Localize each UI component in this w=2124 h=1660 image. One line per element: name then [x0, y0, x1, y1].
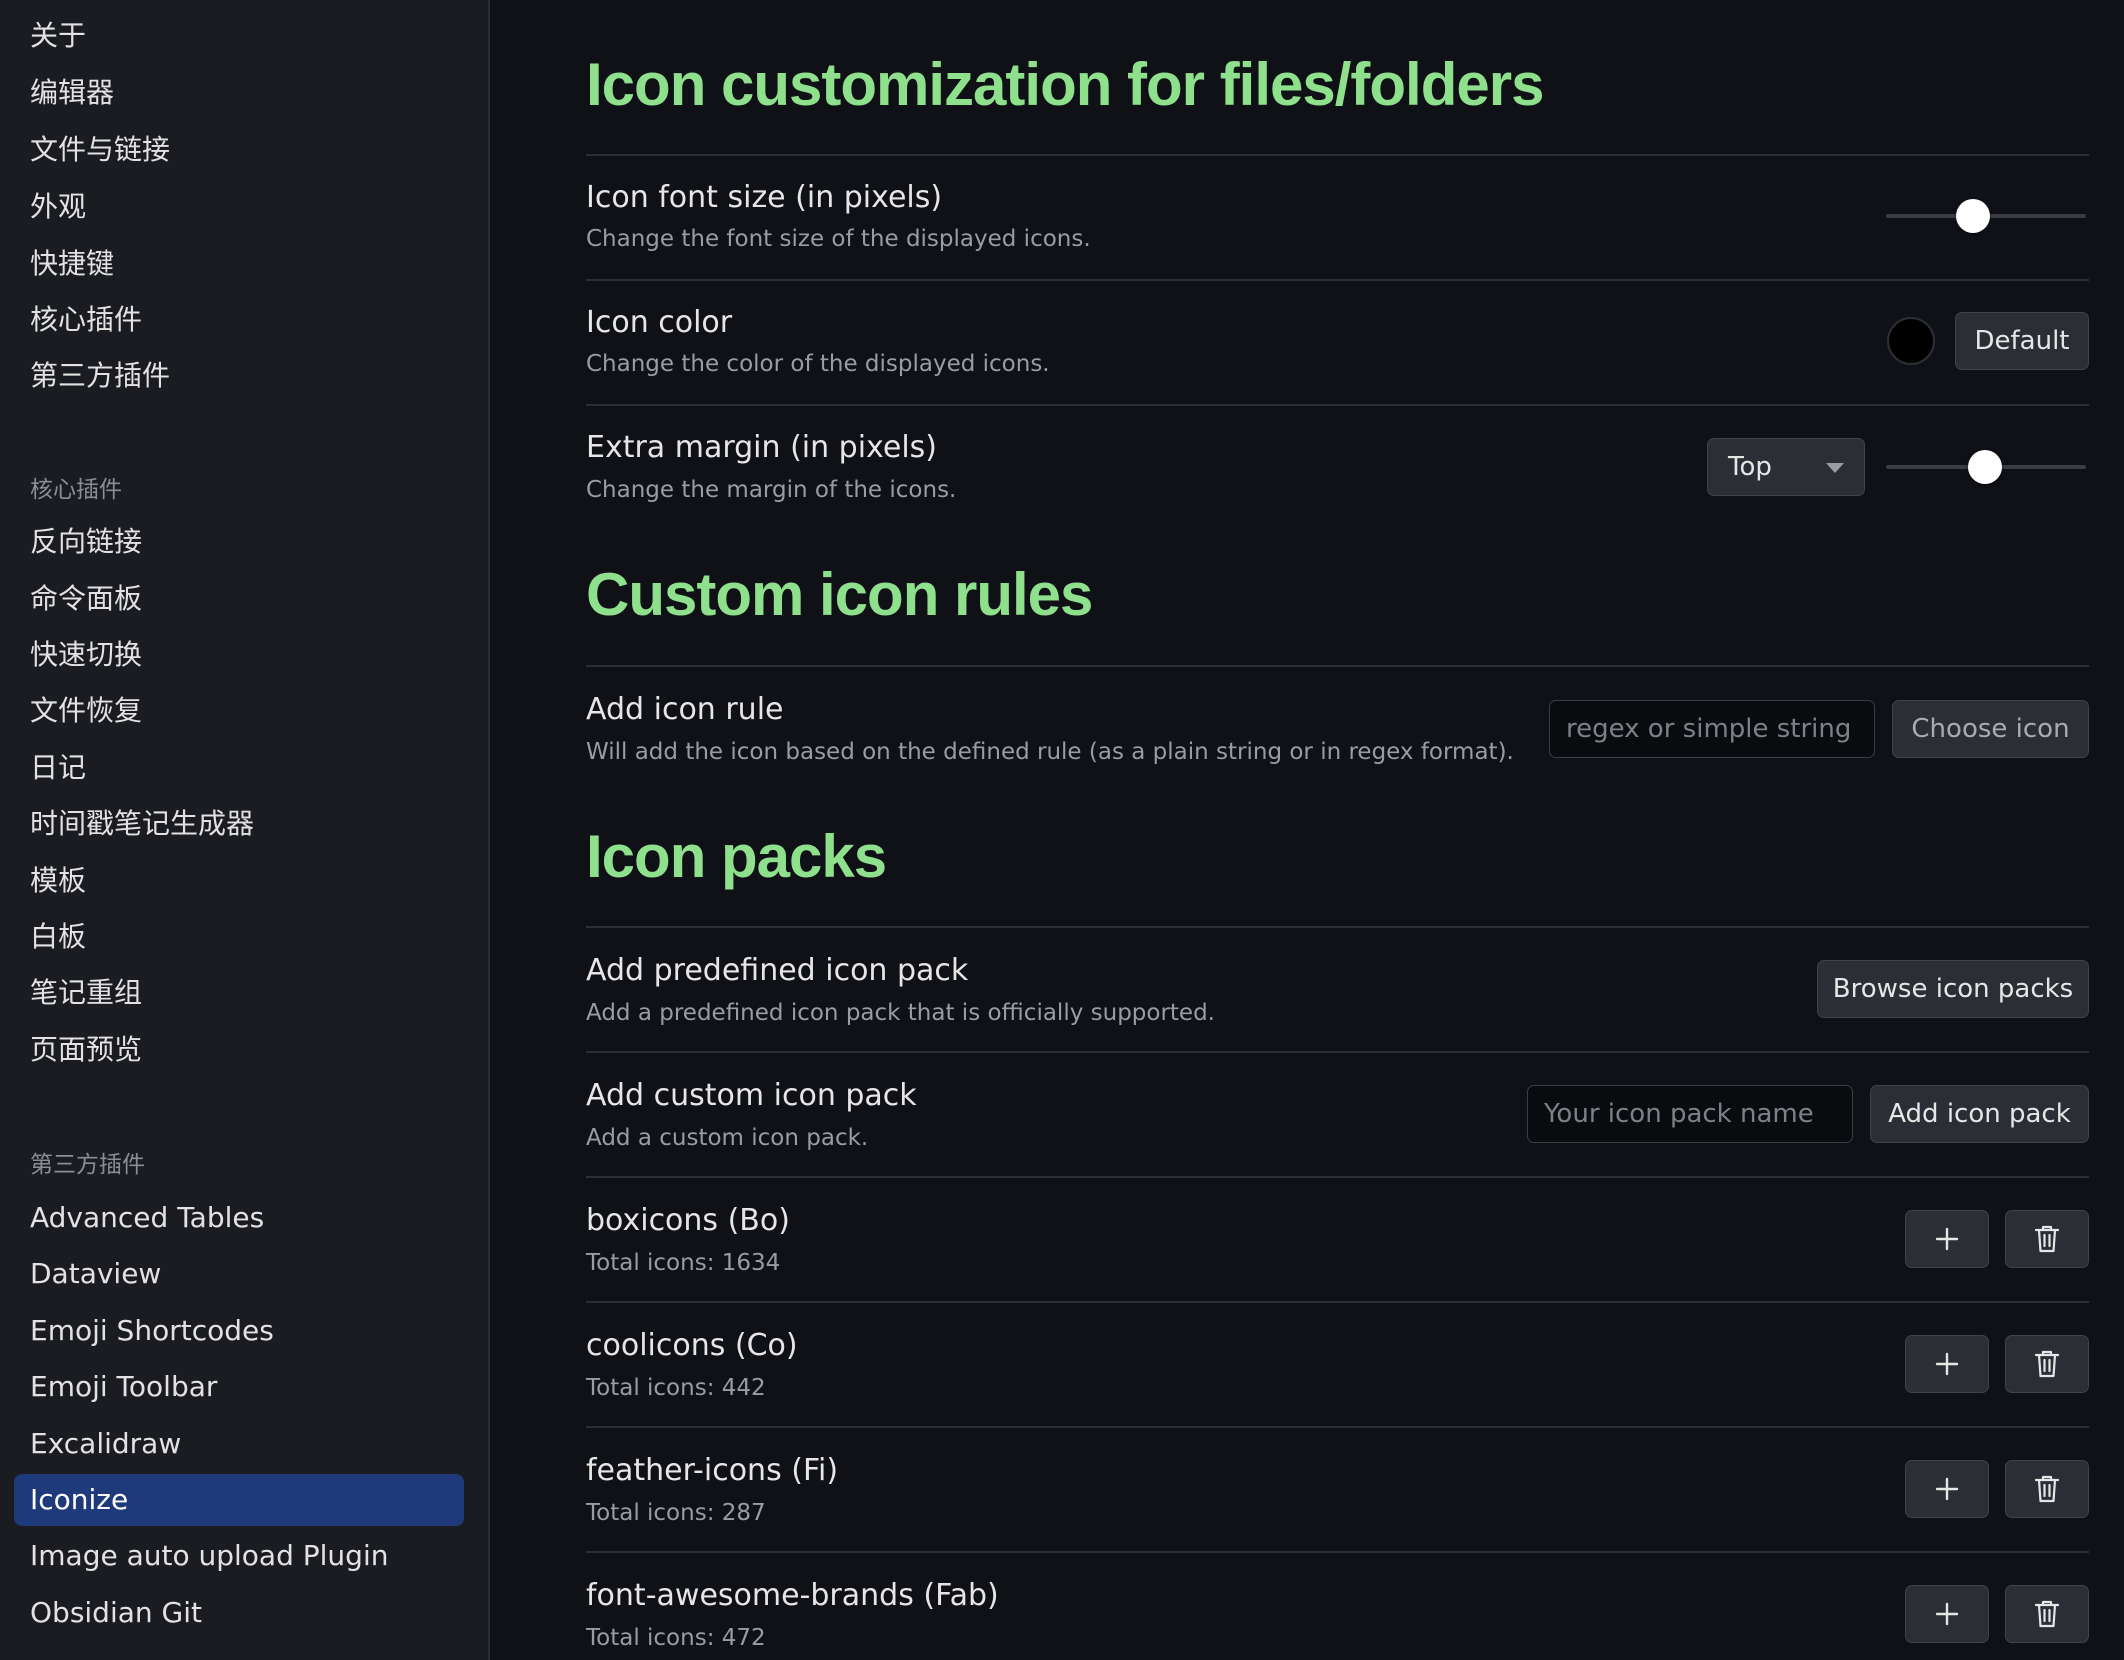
sidebar-item-quick-switcher[interactable]: 快速切换	[14, 629, 464, 681]
pack-name: feather-icons (Fi)	[586, 1453, 839, 1488]
setting-desc-font-size: Change the font size of the displayed ic…	[586, 226, 1091, 252]
setting-desc-predefined-pack: Add a predefined icon pack that is offic…	[586, 1000, 1215, 1026]
sidebar-item-hotkeys[interactable]: 快捷键	[14, 238, 464, 290]
add-icon-pack-button[interactable]: Add icon pack	[1870, 1085, 2089, 1143]
pack-total-icons: Total icons: 442	[586, 1375, 766, 1401]
plus-icon	[1935, 1227, 1959, 1251]
delete-pack-button[interactable]	[2005, 1210, 2089, 1268]
sidebar-item-files-links[interactable]: 文件与链接	[14, 124, 464, 176]
sidebar-group-community-plugins: 第三方插件	[30, 1152, 145, 1178]
delete-pack-button[interactable]	[2005, 1585, 2089, 1643]
delete-pack-button[interactable]	[2005, 1335, 2089, 1393]
icon-pack-name-input[interactable]: Your icon pack name	[1527, 1085, 1853, 1143]
pack-total-icons: Total icons: 1634	[586, 1250, 781, 1276]
chevron-down-icon	[1826, 463, 1844, 473]
trash-icon	[2034, 1350, 2060, 1378]
add-to-pack-button[interactable]	[1905, 1210, 1989, 1268]
setting-name-custom-pack: Add custom icon pack	[586, 1078, 917, 1113]
divider	[586, 404, 2089, 406]
sidebar-item-emoji-toolbar[interactable]: Emoji Toolbar	[14, 1361, 464, 1413]
divider	[586, 154, 2089, 156]
sidebar-item-about[interactable]: 关于	[14, 10, 464, 62]
add-to-pack-button[interactable]	[1905, 1585, 1989, 1643]
add-to-pack-button[interactable]	[1905, 1460, 1989, 1518]
margin-slider-thumb[interactable]	[1968, 450, 2002, 484]
settings-content: Icon customization for files/folders Ico…	[490, 0, 2124, 1660]
sidebar-item-templates[interactable]: 模板	[14, 855, 464, 907]
section-title-rules: Custom icon rules	[586, 561, 1093, 628]
sidebar-item-unique-note[interactable]: 时间戳笔记生成器	[14, 798, 464, 850]
font-size-slider-thumb[interactable]	[1956, 199, 1990, 233]
dropdown-value: Top	[1728, 452, 1772, 482]
setting-name-predefined-pack: Add predefined icon pack	[586, 953, 969, 988]
section-title-icon-packs: Icon packs	[586, 823, 887, 890]
pack-name: font-awesome-brands (Fab)	[586, 1578, 999, 1613]
sidebar-item-dataview[interactable]: Dataview	[14, 1248, 464, 1300]
settings-sidebar: 关于 编辑器 文件与链接 外观 快捷键 核心插件 第三方插件 核心插件 反向链接…	[0, 0, 490, 1660]
setting-name-icon-color: Icon color	[586, 305, 733, 340]
divider	[586, 1176, 2089, 1178]
section-title-customization: Icon customization for files/folders	[586, 51, 1544, 118]
trash-icon	[2034, 1600, 2060, 1628]
sidebar-item-file-recovery[interactable]: 文件恢复	[14, 685, 464, 737]
setting-desc-custom-pack: Add a custom icon pack.	[586, 1125, 869, 1151]
sidebar-item-note-composer[interactable]: 笔记重组	[14, 967, 464, 1019]
setting-name-font-size: Icon font size (in pixels)	[586, 180, 943, 215]
pack-name: boxicons (Bo)	[586, 1203, 790, 1238]
plus-icon	[1935, 1352, 1959, 1376]
sidebar-item-core-plugins[interactable]: 核心插件	[14, 294, 464, 346]
divider	[586, 1051, 2089, 1053]
divider	[586, 926, 2089, 928]
color-picker-swatch[interactable]	[1887, 317, 1935, 365]
sidebar-item-backlinks[interactable]: 反向链接	[14, 516, 464, 568]
pack-total-icons: Total icons: 287	[586, 1500, 766, 1526]
setting-desc-icon-color: Change the color of the displayed icons.	[586, 351, 1050, 377]
plus-icon	[1935, 1477, 1959, 1501]
divider	[586, 665, 2089, 667]
sidebar-item-emoji-shortcodes[interactable]: Emoji Shortcodes	[14, 1305, 464, 1357]
trash-icon	[2034, 1225, 2060, 1253]
divider	[586, 1551, 2089, 1553]
sidebar-item-obsidian-git[interactable]: Obsidian Git	[14, 1587, 464, 1639]
sidebar-item-page-preview[interactable]: 页面预览	[14, 1024, 464, 1076]
choose-icon-button[interactable]: Choose icon	[1892, 700, 2089, 758]
plus-icon	[1935, 1602, 1959, 1626]
sidebar-item-iconize[interactable]: Iconize	[14, 1474, 464, 1526]
sidebar-item-community-plugins[interactable]: 第三方插件	[14, 350, 464, 402]
add-to-pack-button[interactable]	[1905, 1335, 1989, 1393]
setting-desc-extra-margin: Change the margin of the icons.	[586, 477, 957, 503]
sidebar-item-canvas[interactable]: 白板	[14, 911, 464, 963]
trash-icon	[2034, 1475, 2060, 1503]
setting-name-extra-margin: Extra margin (in pixels)	[586, 430, 937, 465]
sidebar-group-core-plugins: 核心插件	[30, 477, 122, 503]
divider	[586, 279, 2089, 281]
sidebar-item-image-auto-upload[interactable]: Image auto upload Plugin	[14, 1530, 464, 1582]
delete-pack-button[interactable]	[2005, 1460, 2089, 1518]
divider	[586, 1301, 2089, 1303]
sidebar-item-daily-notes[interactable]: 日记	[14, 742, 464, 794]
pack-name: coolicons (Co)	[586, 1328, 798, 1363]
margin-side-dropdown[interactable]: Top	[1707, 438, 1865, 496]
sidebar-item-advanced-tables[interactable]: Advanced Tables	[14, 1192, 464, 1244]
sidebar-item-editor[interactable]: 编辑器	[14, 67, 464, 119]
pack-total-icons: Total icons: 472	[586, 1625, 766, 1651]
setting-desc-add-icon-rule: Will add the icon based on the defined r…	[586, 739, 1514, 765]
sidebar-item-appearance[interactable]: 外观	[14, 181, 464, 233]
sidebar-item-excalidraw[interactable]: Excalidraw	[14, 1418, 464, 1470]
setting-name-add-icon-rule: Add icon rule	[586, 692, 784, 727]
divider	[586, 1426, 2089, 1428]
sidebar-item-command-palette[interactable]: 命令面板	[14, 573, 464, 625]
default-color-button[interactable]: Default	[1955, 312, 2089, 370]
icon-rule-input[interactable]: regex or simple string	[1549, 700, 1875, 758]
browse-icon-packs-button[interactable]: Browse icon packs	[1817, 960, 2089, 1018]
